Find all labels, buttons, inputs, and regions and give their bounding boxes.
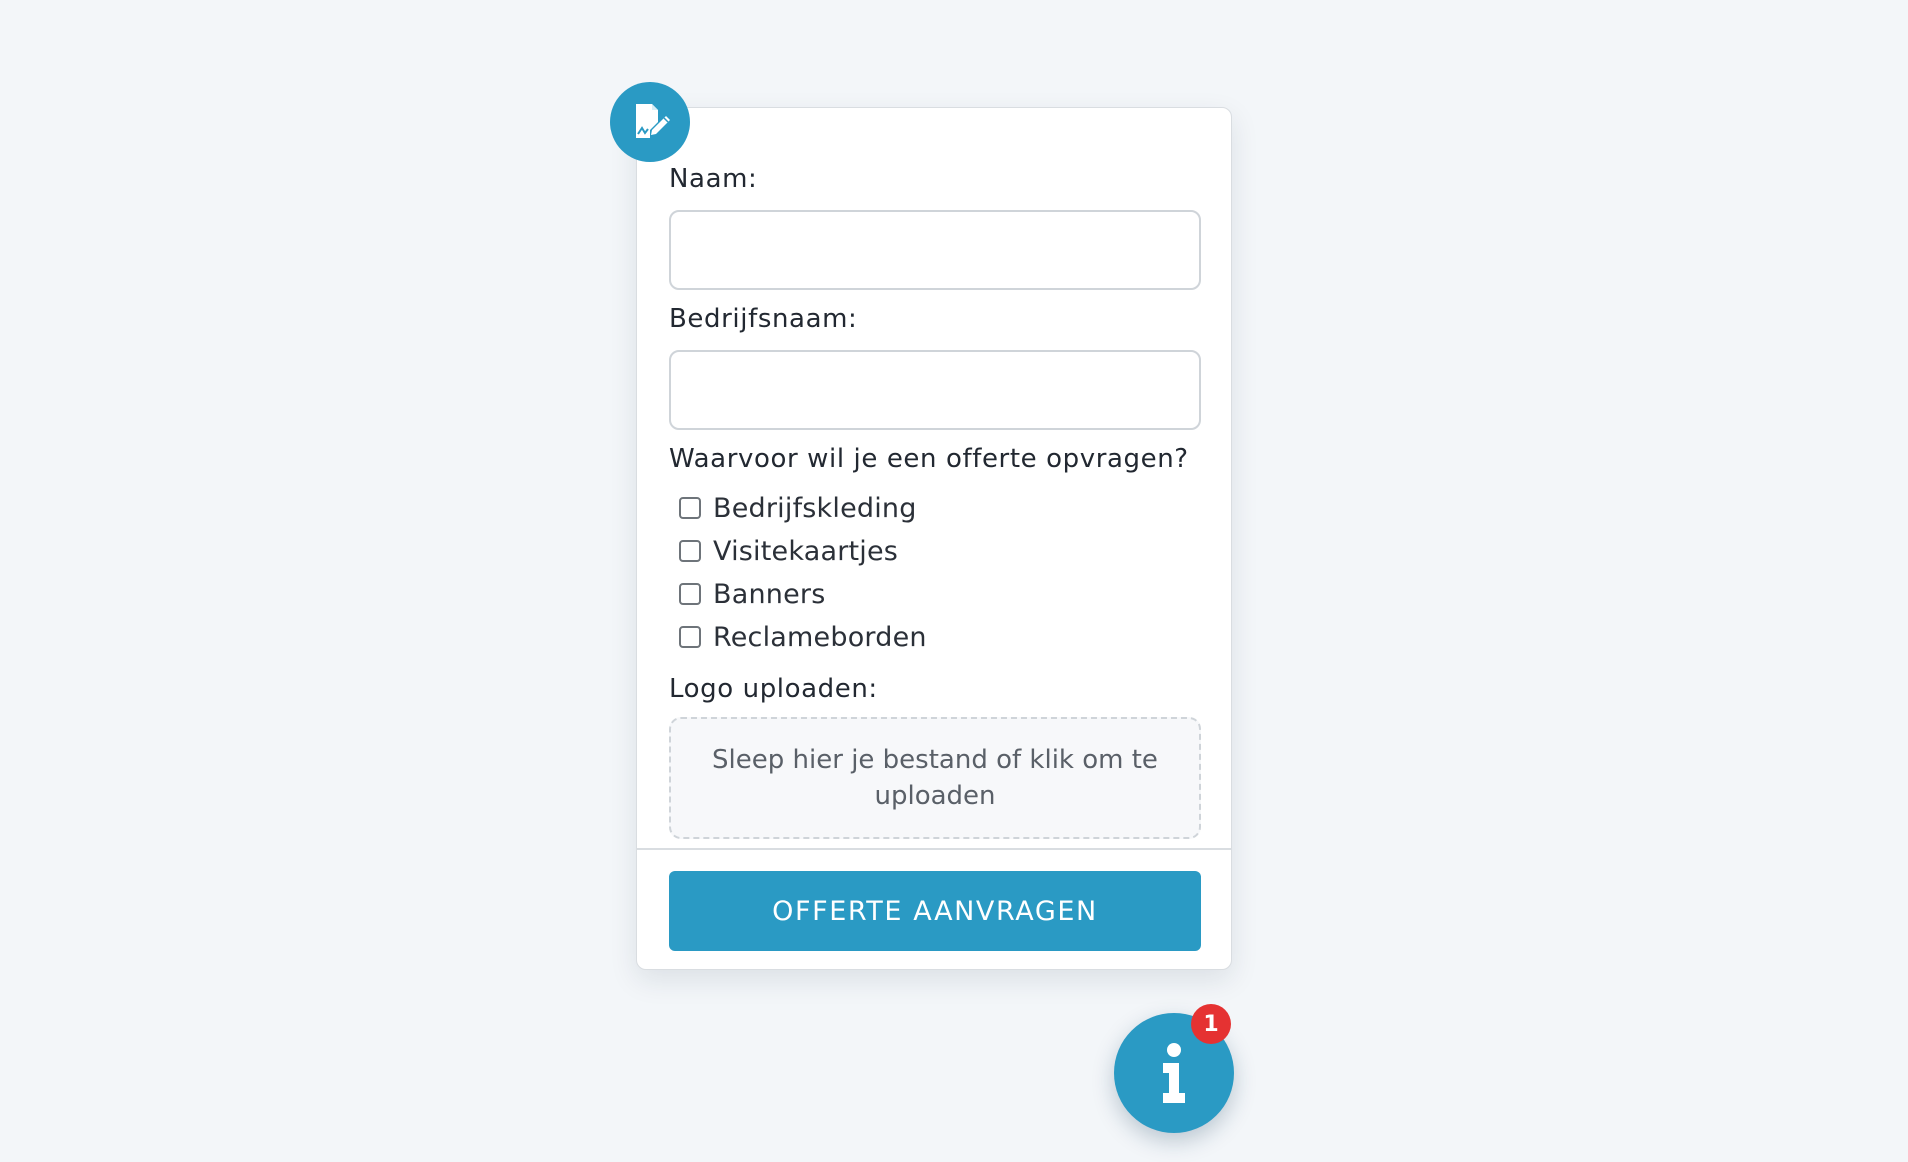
notification-badge: 1 bbox=[1191, 1004, 1231, 1044]
logo-dropzone[interactable]: Sleep hier je bestand of klik om te uplo… bbox=[669, 717, 1201, 839]
bedrijfsnaam-label: Bedrijfsnaam: bbox=[669, 304, 858, 334]
option-label: Bedrijfskleding bbox=[713, 492, 917, 524]
option-banners[interactable]: Banners bbox=[679, 578, 826, 610]
document-edit-icon bbox=[636, 104, 670, 138]
checkbox-banners[interactable] bbox=[679, 583, 701, 605]
option-bedrijfskleding[interactable]: Bedrijfskleding bbox=[679, 492, 917, 524]
naam-label: Naam: bbox=[669, 164, 758, 194]
logo-upload-label: Logo uploaden: bbox=[669, 674, 878, 704]
naam-input[interactable] bbox=[669, 210, 1201, 290]
option-label: Banners bbox=[713, 578, 826, 610]
option-visitekaartjes[interactable]: Visitekaartjes bbox=[679, 535, 899, 567]
request-quote-button[interactable]: OFFERTE AANVRAGEN bbox=[669, 871, 1201, 951]
option-reclameborden[interactable]: Reclameborden bbox=[679, 621, 927, 653]
checkbox-visitekaartjes[interactable] bbox=[679, 540, 701, 562]
quote-form-card: Naam: Bedrijfsnaam: Waarvoor wil je een … bbox=[636, 107, 1232, 970]
quote-purpose-question: Waarvoor wil je een offerte opvragen? bbox=[669, 444, 1189, 474]
info-icon bbox=[1163, 1043, 1185, 1103]
checkbox-bedrijfskleding[interactable] bbox=[679, 497, 701, 519]
document-edit-badge bbox=[610, 82, 690, 162]
checkbox-reclameborden[interactable] bbox=[679, 626, 701, 648]
bedrijfsnaam-input[interactable] bbox=[669, 350, 1201, 430]
divider bbox=[637, 848, 1231, 850]
dropzone-text: Sleep hier je bestand of klik om te uplo… bbox=[712, 745, 1158, 811]
option-label: Visitekaartjes bbox=[713, 535, 899, 567]
option-label: Reclameborden bbox=[713, 621, 927, 653]
